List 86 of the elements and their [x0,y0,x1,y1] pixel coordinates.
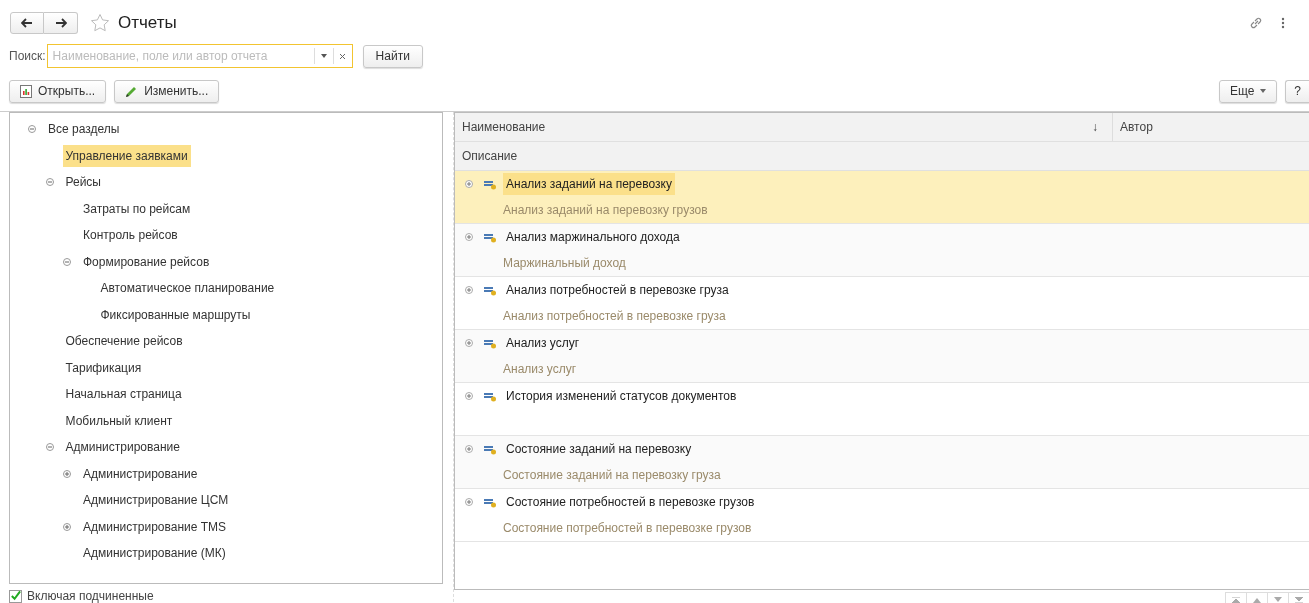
tree-item[interactable]: Администрирование [80,462,201,485]
expand-icon[interactable] [63,469,71,478]
report-row[interactable]: Состояние потребностей в перевозке грузов Состояние потребностей в перевозке грузов [455,489,1309,542]
report-name: Анализ заданий на перевозку [503,173,675,195]
report-row[interactable]: Анализ заданий на перевозку Анализ заданий на перевозку грузов [455,171,1309,224]
find-button[interactable]: Найти [362,44,423,68]
tree-item[interactable]: Управление заявками [62,144,191,167]
report-row[interactable]: Анализ маржинального дохода Маржинальный доход [455,224,1309,277]
collapse-icon[interactable] [45,443,54,452]
down-arrow-icon [1274,596,1282,603]
column-header[interactable]: Наименование ↓ [455,113,1113,141]
report-description: Состояние потребностей в перевозке грузов [503,521,752,535]
tree-item[interactable]: Начальная страница [62,383,185,406]
scroll-top-button[interactable] [1225,592,1246,603]
scroll-bottom-button[interactable] [1288,592,1309,603]
tree-item[interactable]: Затраты по рейсам [80,197,194,220]
window-title: Отчеты [118,13,177,33]
expand-icon[interactable] [465,233,473,241]
report-row[interactable]: Анализ услуг Анализ услуг [455,330,1309,383]
report-icon [20,84,32,98]
include-subordinate-checkbox[interactable]: Включая подчиненные [9,589,443,603]
report-name: Анализ маржинального дохода [505,229,681,246]
tree-item[interactable]: Администрирование (МК) [80,542,229,565]
collapse-icon[interactable] [45,178,54,187]
scroll-up-button[interactable] [1246,592,1267,603]
link-icon[interactable] [1249,16,1263,30]
report-icon [483,496,497,508]
forward-button[interactable] [44,12,78,34]
star-icon[interactable] [90,13,110,33]
tree-item[interactable]: Фиксированные маршруты [97,303,254,326]
report-description: Анализ потребностей в перевозке груза [503,309,726,323]
report-name: Анализ потребностей в перевозке груза [505,282,730,299]
report-description: Маржинальный доход [503,256,626,270]
help-button[interactable]: ? [1285,79,1309,103]
tree-item[interactable]: Контроль рейсов [80,224,181,247]
tree-item[interactable]: Мобильный клиент [62,409,176,432]
column-header[interactable]: Автор [1113,113,1160,141]
back-arrow-icon [21,18,33,28]
tree-item[interactable]: Администрирование ЦСМ [80,489,232,512]
report-name: Состояние потребностей в перевозке грузов [505,494,756,511]
tree-item[interactable]: Рейсы [62,171,104,194]
report-description: Состояние заданий на перевозку груза [503,468,721,482]
checkmark-icon [10,590,21,602]
report-icon [483,284,497,296]
search-field[interactable]: Наименование, поле или автор отчета [46,44,353,68]
open-button[interactable]: Открыть... [9,79,107,103]
report-icon [483,178,497,190]
more-menu-icon[interactable] [1281,17,1285,29]
tree-item[interactable]: Автоматическое планирование [97,277,278,300]
caret-icon [1260,89,1267,93]
expand-icon[interactable] [465,286,473,294]
tree-item[interactable]: Администрирование TMS [80,515,230,538]
collapse-icon[interactable] [28,125,36,134]
top-arrow-icon [1232,596,1240,603]
report-icon [483,443,497,455]
tree-item[interactable]: Тарификация [62,356,145,379]
expand-icon[interactable] [465,392,473,400]
report-icon [483,231,497,243]
search-label: Поиск: [9,49,46,63]
tree-item[interactable]: Все разделы [45,118,123,141]
report-name: Состояние заданий на перевозку [505,441,693,458]
pencil-icon [125,84,139,98]
report-icon [483,337,497,349]
report-name: Анализ услуг [505,335,581,352]
edit-button[interactable]: Изменить... [114,79,220,103]
report-description: Анализ заданий на перевозку грузов [503,203,708,217]
report-description: Анализ услуг [503,362,577,376]
report-row[interactable]: Состояние заданий на перевозку Состояние заданий на перевозку груза [455,436,1309,489]
column-header: Описание [461,148,519,165]
up-arrow-icon [1253,596,1261,603]
expand-icon[interactable] [465,180,473,188]
forward-arrow-icon [54,18,67,28]
more-button[interactable]: Еще [1218,79,1278,103]
expand-icon[interactable] [465,498,473,506]
tree-item[interactable]: Формирование рейсов [80,250,213,273]
expand-icon[interactable] [465,445,473,453]
report-icon [483,390,497,402]
report-name: История изменений статусов документов [505,388,738,405]
scroll-down-button[interactable] [1267,592,1288,603]
expand-icon[interactable] [465,339,473,347]
back-button[interactable] [10,12,44,34]
expand-icon[interactable] [63,522,71,531]
tree-item[interactable]: Обеспечение рейсов [62,330,186,353]
bottom-arrow-icon [1295,596,1303,603]
collapse-icon[interactable] [63,257,71,266]
tree-item[interactable]: Администрирование [62,436,183,459]
